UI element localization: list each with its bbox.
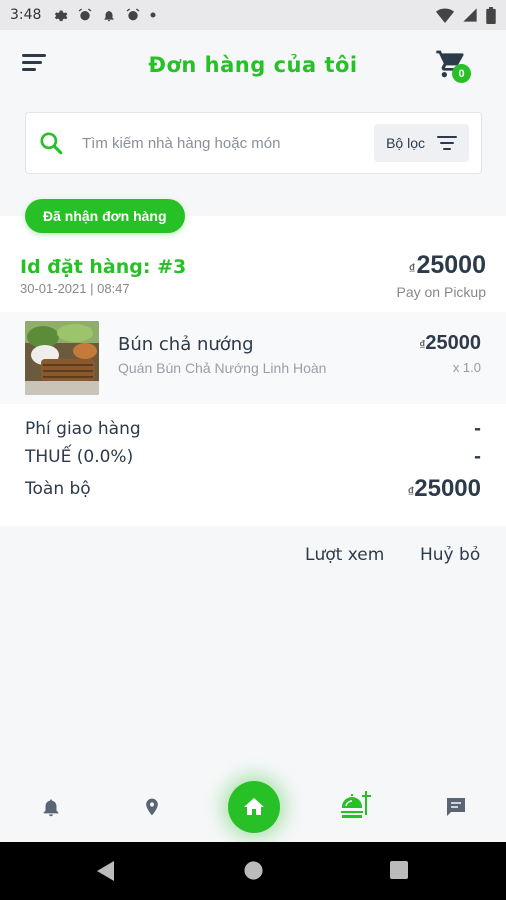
wifi-icon <box>436 8 454 23</box>
item-restaurant: Quán Bún Chả Nướng Linh Hoàn <box>118 360 327 376</box>
search-input[interactable] <box>82 134 375 152</box>
view-button[interactable]: Lượt xem <box>305 545 384 565</box>
delivery-fee-row: Phí giao hàng - <box>25 419 481 439</box>
bottom-nav <box>0 770 506 842</box>
nav-location[interactable] <box>137 792 167 822</box>
order-datetime: 30-01-2021 | 08:47 <box>20 281 130 296</box>
total-row: Toàn bộ ₫25000 <box>25 475 481 503</box>
item-price: ₫25000 <box>419 332 481 355</box>
back-triangle-icon <box>97 861 114 881</box>
dot-icon <box>150 12 156 18</box>
battery-icon <box>486 6 496 24</box>
location-pin-icon <box>146 798 158 816</box>
nav-notifications[interactable] <box>36 792 66 822</box>
cancel-button[interactable]: Huỷ bỏ <box>420 545 480 565</box>
filter-icon <box>437 136 457 150</box>
payment-method: Pay on Pickup <box>396 284 487 300</box>
status-time: 3:48 <box>10 7 42 23</box>
order-total-value: 25000 <box>416 251 486 279</box>
item-price-value: 25000 <box>425 332 481 354</box>
delivery-fee-value: - <box>473 419 481 439</box>
tax-value: - <box>473 447 481 467</box>
alarm-icon-2 <box>127 8 140 21</box>
delivery-fee-label: Phí giao hàng <box>25 419 141 439</box>
filter-label: Bộ lọc <box>386 135 425 151</box>
menu-button[interactable] <box>22 54 48 76</box>
order-id: Id đặt hàng: #3 <box>20 256 187 278</box>
total-value-amount: 25000 <box>414 475 481 502</box>
recents-square-icon <box>390 861 408 879</box>
home-icon <box>244 798 264 815</box>
tax-row: THUẾ (0.0%) - <box>25 447 481 467</box>
chat-icon <box>447 798 465 816</box>
page-title: Đơn hàng của tôi <box>148 53 358 77</box>
back-button[interactable] <box>96 860 116 887</box>
order-card: Id đặt hàng: #3 30-01-2021 | 08:47 ₫2500… <box>0 216 506 526</box>
item-quantity: x 1.0 <box>452 360 481 375</box>
nav-chat[interactable] <box>441 792 471 822</box>
order-total: ₫25000 <box>409 251 486 280</box>
tax-label: THUẾ (0.0%) <box>25 447 134 467</box>
home-system-button[interactable] <box>243 860 264 886</box>
item-name: Bún chả nướng <box>118 334 254 355</box>
settings-icon <box>55 10 68 21</box>
food-image <box>25 321 99 395</box>
total-value: ₫25000 <box>408 475 481 503</box>
home-circle-icon <box>244 861 263 880</box>
signal-icon <box>463 8 477 22</box>
bell-icon <box>43 799 59 817</box>
android-nav-bar <box>0 842 506 900</box>
notification-bell-icon <box>104 10 115 21</box>
filter-button[interactable]: Bộ lọc <box>374 124 469 162</box>
app-header: Đơn hàng của tôi 0 <box>0 30 506 100</box>
cart-count-badge: 0 <box>452 64 471 83</box>
search-bar: Bộ lọc <box>25 112 482 174</box>
recents-button[interactable] <box>389 860 409 885</box>
food-order-icon <box>341 791 371 818</box>
total-label: Toàn bộ <box>25 479 91 499</box>
nav-home[interactable] <box>228 781 280 833</box>
currency-symbol: ₫ <box>408 261 416 276</box>
cart-button[interactable]: 0 <box>435 48 475 84</box>
alarm-icon <box>79 8 92 21</box>
status-bar: 3:48 <box>0 0 506 30</box>
search-icon <box>40 132 63 155</box>
nav-orders[interactable] <box>338 788 374 824</box>
order-item[interactable]: Bún chả nướng Quán Bún Chả Nướng Linh Ho… <box>0 312 506 404</box>
order-status-chip[interactable]: Đã nhận đơn hàng <box>25 199 185 233</box>
